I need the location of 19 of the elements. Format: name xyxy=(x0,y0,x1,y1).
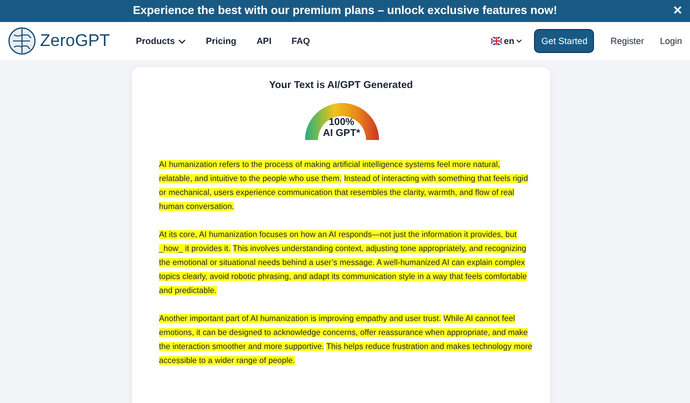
login-link[interactable]: Login xyxy=(660,36,682,46)
banner-text: Experience the best with our premium plans – unlock exclusive features now! xyxy=(132,5,558,17)
result-paragraph: Another important part of AI humanization is improving empathy and user trust. While AI cannot feel emotions, it can be designed to acknowledge concerns, offer reassurance when appropriate, and make the interaction smoother and more supportive. This helps reduce frustration and makes technology more accessible to a wider range of people. xyxy=(159,313,534,367)
chevron-down-icon xyxy=(516,39,522,43)
get-started-button[interactable]: Get Started xyxy=(534,29,594,53)
result-title: Your Text is AI/GPT Generated xyxy=(268,80,414,91)
percent-value: 100% xyxy=(328,117,354,128)
brain-logo-icon xyxy=(8,27,36,55)
close-button[interactable]: × xyxy=(671,3,684,19)
nav-link[interactable]: API xyxy=(256,36,272,46)
nav-link[interactable]: FAQ xyxy=(291,36,310,46)
gauge-label: AI GPT* xyxy=(322,128,360,139)
language-selector[interactable]: en xyxy=(490,36,522,46)
nav-link[interactable]: Products xyxy=(136,36,186,46)
flag-icon xyxy=(490,37,502,45)
register-link[interactable]: Register xyxy=(610,36,644,46)
nav-link[interactable]: Pricing xyxy=(206,36,236,46)
result-paragraph: AI humanization refers to the process of making artificial intelligence systems feel more natural, relatable, and intuitive to the people who use them. Instead of interacting with something that feels rigid or mechanical, users experience communication that resembles the clarity, warmth, and flow of real human conversation. xyxy=(159,159,529,213)
logo-text: ZeroGPT xyxy=(40,31,110,51)
